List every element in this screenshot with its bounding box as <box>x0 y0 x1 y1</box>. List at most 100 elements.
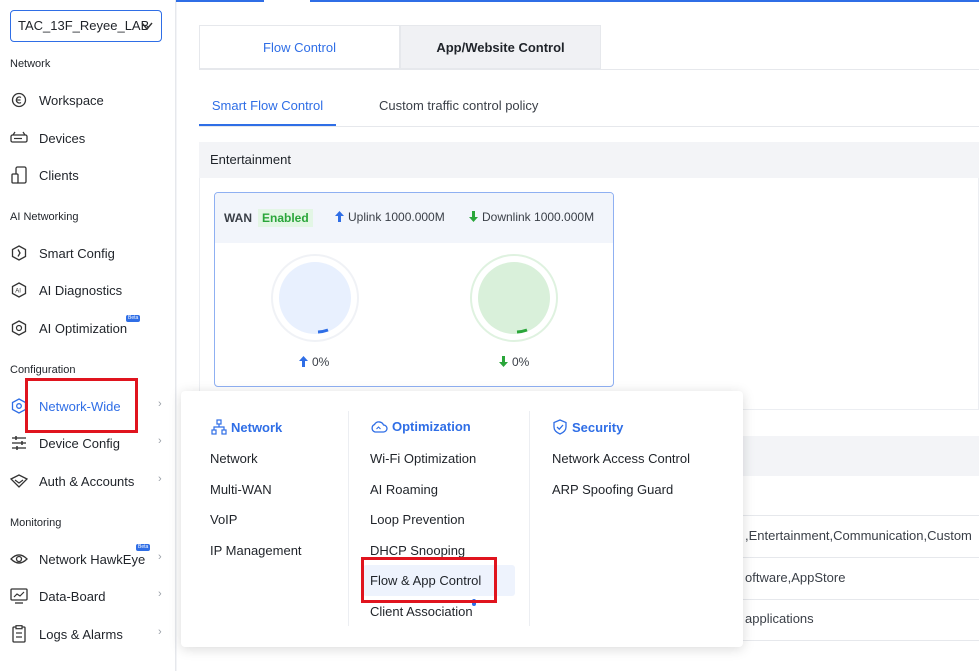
beta-badge: Beta <box>126 315 141 322</box>
uplink-rate: Uplink 1000.000M <box>335 210 445 224</box>
chevron-down-icon <box>141 11 153 51</box>
dropdown-heading-optimization: Optimization <box>370 419 471 434</box>
menu-item-arp-spoofing-guard[interactable]: ARP Spoofing Guard <box>552 482 673 497</box>
section-label-monitoring: Monitoring <box>10 517 62 529</box>
arrow-up-icon <box>335 211 344 222</box>
uplink-value: 0% <box>299 355 329 369</box>
status-badge: Enabled <box>258 209 313 227</box>
site-selector[interactable]: TAC_13F_Reyee_LAB <box>10 10 162 42</box>
sidebar-item-label: Logs & Alarms <box>39 626 123 642</box>
chevron-right-icon: › <box>158 398 162 410</box>
menu-item-ip-management[interactable]: IP Management <box>210 543 302 558</box>
tabs-divider <box>199 69 979 70</box>
arrow-down-icon <box>499 356 508 367</box>
dropdown-heading-security: Security <box>552 419 623 435</box>
uplink-label: Uplink 1000.000M <box>348 210 445 224</box>
menu-item-dhcp-snooping[interactable]: DHCP Snooping <box>370 543 465 558</box>
chevron-right-icon: › <box>158 588 162 600</box>
sidebar-item-network-hawkeye[interactable]: Network HawkEye Beta › <box>0 544 176 574</box>
table-row: applications <box>745 611 814 626</box>
sidebar-item-clients[interactable]: Clients <box>0 160 176 190</box>
subtabs: Smart Flow Control Custom traffic contro… <box>199 88 979 127</box>
menu-item-multi-wan[interactable]: Multi-WAN <box>210 482 272 497</box>
clients-icon <box>10 166 28 184</box>
logs-alarms-icon <box>10 625 28 643</box>
menu-item-wifi-optimization[interactable]: Wi-Fi Optimization <box>370 451 476 466</box>
sidebar-item-logs-alarms[interactable]: Logs & Alarms › <box>0 619 176 649</box>
downlink-rate: Downlink 1000.000M <box>469 210 594 224</box>
sidebar-item-label: Network HawkEye <box>39 551 146 567</box>
subtab-smart-flow-control[interactable]: Smart Flow Control <box>199 88 336 126</box>
sidebar-item-label: AI Diagnostics <box>39 282 123 298</box>
shield-check-icon <box>553 419 567 435</box>
hawkeye-icon <box>10 550 28 568</box>
sidebar-item-label: Auth & Accounts <box>39 473 135 489</box>
sidebar-item-label: Devices <box>39 130 86 146</box>
column-divider <box>529 411 530 626</box>
downlink-label: Downlink 1000.000M <box>482 210 595 224</box>
chevron-right-icon: › <box>158 473 162 485</box>
downlink-value: 0% <box>499 355 529 369</box>
downlink-percent: 0% <box>512 355 530 369</box>
sidebar-item-label: AI Optimization <box>39 320 128 336</box>
network-topology-icon <box>211 419 227 435</box>
data-board-icon <box>10 587 28 605</box>
section-label-network: Network <box>10 58 51 70</box>
sidebar-item-ai-diagnostics[interactable]: AI AI Diagnostics <box>0 275 176 305</box>
subtab-custom-traffic-control-policy[interactable]: Custom traffic control policy <box>379 88 538 126</box>
section-label-configuration: Configuration <box>10 364 76 376</box>
smart-config-icon <box>10 244 28 262</box>
site-selector-value: TAC_13F_Reyee_LAB <box>18 18 150 33</box>
ai-optimization-icon <box>10 319 28 337</box>
menu-item-network-access-control[interactable]: Network Access Control <box>552 451 690 466</box>
ai-diagnostics-icon: AI <box>10 281 28 299</box>
menu-item-network[interactable]: Network <box>210 451 258 466</box>
highlight-box-network-wide <box>25 378 138 433</box>
main-tabs: Flow Control App/Website Control <box>199 25 601 69</box>
sidebar-item-data-board[interactable]: Data-Board › <box>0 581 176 611</box>
sidebar-item-label: Clients <box>39 167 79 183</box>
uplink-percent: 0% <box>312 355 330 369</box>
sidebar-item-label: Data-Board <box>39 588 106 604</box>
table-row: oftware,AppStore <box>745 570 846 585</box>
arrow-down-icon <box>469 211 478 222</box>
network-wide-dropdown: Network Network Multi-WAN VoIP IP Manage… <box>181 391 743 647</box>
device-config-icon <box>10 434 28 452</box>
column-divider <box>348 411 349 626</box>
auth-accounts-icon <box>10 472 28 490</box>
chevron-right-icon: › <box>158 435 162 447</box>
downlink-gauge <box>470 254 558 342</box>
beta-badge: Beta <box>136 544 151 551</box>
menu-item-loop-prevention[interactable]: Loop Prevention <box>370 512 465 527</box>
workspace-icon <box>10 91 28 109</box>
chevron-right-icon: › <box>158 626 162 638</box>
wan-card-header: WAN Enabled Uplink 1000.000M Downlink 10… <box>215 193 613 243</box>
tab-app-website-control[interactable]: App/Website Control <box>400 25 601 69</box>
sidebar-item-auth-accounts[interactable]: Auth & Accounts › <box>0 466 176 496</box>
sidebar-item-smart-config[interactable]: Smart Config <box>0 238 176 268</box>
sidebar-item-label: Workspace <box>39 92 104 108</box>
table-row: ,Entertainment,Communication,Custom <box>745 528 972 543</box>
sidebar-item-label: Device Config <box>39 435 120 451</box>
devices-icon <box>10 129 28 147</box>
sidebar-item-ai-optimization[interactable]: AI Optimization Beta <box>0 313 176 343</box>
uplink-gauge <box>271 254 359 342</box>
wan-card: WAN Enabled Uplink 1000.000M Downlink 10… <box>214 192 614 387</box>
section-title: Entertainment <box>199 142 979 178</box>
tab-flow-control[interactable]: Flow Control <box>199 25 400 69</box>
chevron-right-icon: › <box>158 551 162 563</box>
menu-item-voip[interactable]: VoIP <box>210 512 237 527</box>
sidebar-item-workspace[interactable]: Workspace <box>0 85 176 115</box>
dropdown-heading-network: Network <box>211 419 282 435</box>
arrow-up-icon <box>299 356 308 367</box>
cloud-icon <box>371 420 388 433</box>
svg-text:AI: AI <box>15 289 21 295</box>
wan-title: WAN <box>224 211 252 225</box>
sidebar: TAC_13F_Reyee_LAB Network Workspace Devi… <box>0 0 176 671</box>
menu-item-ai-roaming[interactable]: AI Roaming <box>370 482 438 497</box>
sidebar-item-label: Smart Config <box>39 245 115 261</box>
section-label-ai-networking: AI Networking <box>10 211 79 223</box>
menu-item-client-association[interactable]: Client Association <box>370 604 473 619</box>
highlight-box-flow-app-control <box>361 557 497 603</box>
sidebar-item-devices[interactable]: Devices <box>0 123 176 153</box>
